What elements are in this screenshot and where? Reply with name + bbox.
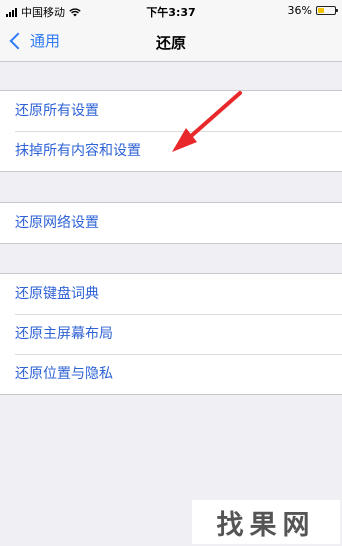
navigation-bar: 通用 还原 [0, 22, 342, 62]
status-bar: 中国移动 下午3:37 36% [0, 0, 342, 22]
page-title: 还原 [155, 34, 186, 52]
battery-level [318, 8, 325, 13]
reset-home-screen-layout-row[interactable]: 还原主屏幕布局 [0, 314, 342, 354]
battery-icon [316, 6, 338, 15]
reset-keyboard-dictionary-row[interactable]: 还原键盘词典 [0, 274, 342, 314]
reset-all-settings-row[interactable]: 还原所有设置 [0, 91, 342, 131]
erase-all-content-row[interactable]: 抹掉所有内容和设置 [0, 131, 342, 171]
battery-percent: 36% [287, 4, 312, 17]
reset-group-2: 还原网络设置 [0, 202, 342, 244]
reset-group-1: 还原所有设置 抹掉所有内容和设置 [0, 90, 342, 172]
watermark-text: 找果网 [216, 509, 316, 541]
watermark: 找果网 [192, 500, 340, 544]
reset-location-privacy-row[interactable]: 还原位置与隐私 [0, 354, 342, 394]
status-right: 36% [287, 4, 338, 17]
screen: 中国移动 下午3:37 36% 通用 还原 还原所有设置 抹掉所有内容和设置 还… [0, 0, 342, 546]
reset-group-3: 还原键盘词典 还原主屏幕布局 还原位置与隐私 [0, 273, 342, 395]
reset-network-settings-row[interactable]: 还原网络设置 [0, 203, 342, 243]
